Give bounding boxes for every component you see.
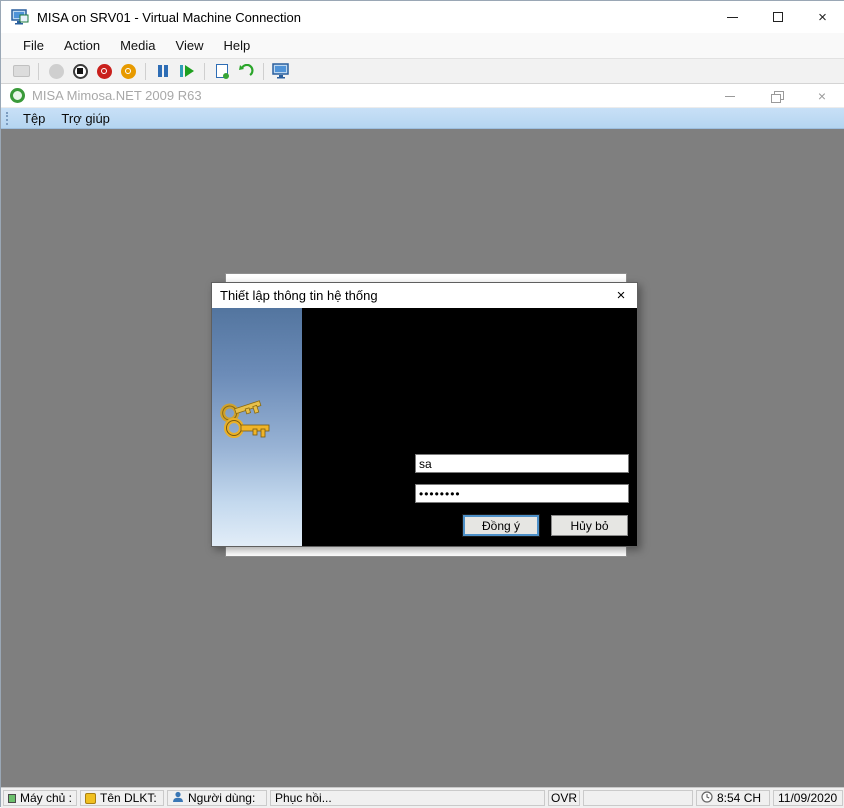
statusbar-time-segment: 8:54 CH (696, 790, 770, 806)
statusbar: Máy chủ : Tên DLKT: Người dùng: Phục hồi… (1, 787, 844, 808)
menu-action[interactable]: Action (54, 35, 110, 56)
menu-help[interactable]: Help (213, 35, 260, 56)
ok-button[interactable]: Đồng ý (463, 515, 539, 536)
vm-close-icon[interactable]: × (799, 84, 844, 108)
ctrl-alt-del-icon[interactable] (9, 60, 33, 82)
vmconnect-window: MISA on SRV01 - Virtual Machine Connecti… (0, 0, 844, 807)
shut-down-icon[interactable] (92, 60, 116, 82)
minimize-icon[interactable] (710, 1, 755, 33)
menu-view[interactable]: View (166, 35, 214, 56)
toolbar-separator (204, 63, 205, 80)
statusbar-date-segment: 11/09/2020 (773, 790, 843, 806)
start-icon[interactable] (44, 60, 68, 82)
caption-buttons: × (710, 1, 844, 33)
save-state-icon[interactable] (116, 60, 140, 82)
dialog-form-panel: Đồng ý Hủy bỏ (302, 308, 637, 546)
maximize-icon[interactable] (755, 1, 800, 33)
dlkt-label: Tên DLKT: (100, 791, 157, 805)
hyperv-app-icon (11, 9, 29, 25)
misa-app-icon (10, 88, 25, 103)
toolbar-separator (263, 63, 264, 80)
statusbar-server-segment: Máy chủ : (3, 790, 77, 806)
vm-restore-icon[interactable] (753, 84, 799, 108)
vm-caption-buttons: × (707, 84, 844, 108)
statusbar-empty-segment (583, 790, 693, 806)
menu-media[interactable]: Media (110, 35, 165, 56)
database-icon (85, 793, 96, 804)
user-icon (172, 791, 184, 806)
menubar-grip[interactable] (6, 112, 9, 125)
username-input[interactable] (415, 454, 629, 473)
toolbar-separator (145, 63, 146, 80)
status-message: Phục hồi... (275, 791, 332, 805)
dialog-body: Đồng ý Hủy bỏ (212, 308, 637, 546)
close-icon[interactable]: × (800, 1, 844, 33)
vm-minimize-icon[interactable] (707, 84, 753, 108)
statusbar-ovr-segment: OVR (548, 790, 580, 806)
toolbar-separator (38, 63, 39, 80)
dialog-titlebar[interactable]: Thiết lập thông tin hệ thống × (212, 283, 637, 308)
ovr-label: OVR (551, 791, 577, 805)
cancel-button[interactable]: Hủy bỏ (551, 515, 628, 536)
system-info-dialog: Thiết lập thông tin hệ thống × (211, 282, 638, 547)
vm-menu-tro-giup[interactable]: Trợ giúp (53, 109, 118, 128)
menu-file[interactable]: File (13, 35, 54, 56)
vm-menu-tep[interactable]: Tệp (15, 109, 53, 128)
time-label: 8:54 CH (717, 791, 761, 805)
statusbar-message-segment: Phục hồi... (270, 790, 545, 806)
pause-icon[interactable] (151, 60, 175, 82)
vm-titlebar: MISA Mimosa.NET 2009 R63 × (1, 84, 844, 108)
clock-icon (701, 791, 713, 806)
dialog-title: Thiết lập thông tin hệ thống (220, 288, 378, 303)
enhanced-session-icon[interactable] (269, 60, 293, 82)
reset-icon[interactable] (175, 60, 199, 82)
server-label: Máy chủ : (20, 791, 72, 805)
statusbar-dlkt-segment: Tên DLKT: (80, 790, 164, 806)
password-input[interactable] (415, 484, 629, 503)
vm-desktop: Thiết lập thông tin hệ thống × (1, 129, 844, 787)
dialog-side-panel (212, 308, 302, 546)
vm-menubar: Tệp Trợ giúp (1, 108, 844, 129)
titlebar: MISA on SRV01 - Virtual Machine Connecti… (1, 1, 844, 33)
revert-icon[interactable] (234, 60, 258, 82)
turn-off-icon[interactable] (68, 60, 92, 82)
server-icon (8, 794, 16, 803)
host-menubar: File Action Media View Help (1, 33, 844, 58)
statusbar-user-segment: Người dùng: (167, 790, 267, 806)
vm-window-title: MISA Mimosa.NET 2009 R63 (32, 88, 202, 103)
dialog-close-icon[interactable]: × (610, 285, 632, 305)
checkpoint-icon[interactable] (210, 60, 234, 82)
window-title: MISA on SRV01 - Virtual Machine Connecti… (37, 10, 301, 25)
date-label: 11/09/2020 (778, 791, 837, 805)
keys-icon (217, 396, 279, 451)
user-label: Người dùng: (188, 791, 255, 805)
host-toolbar (1, 58, 844, 84)
